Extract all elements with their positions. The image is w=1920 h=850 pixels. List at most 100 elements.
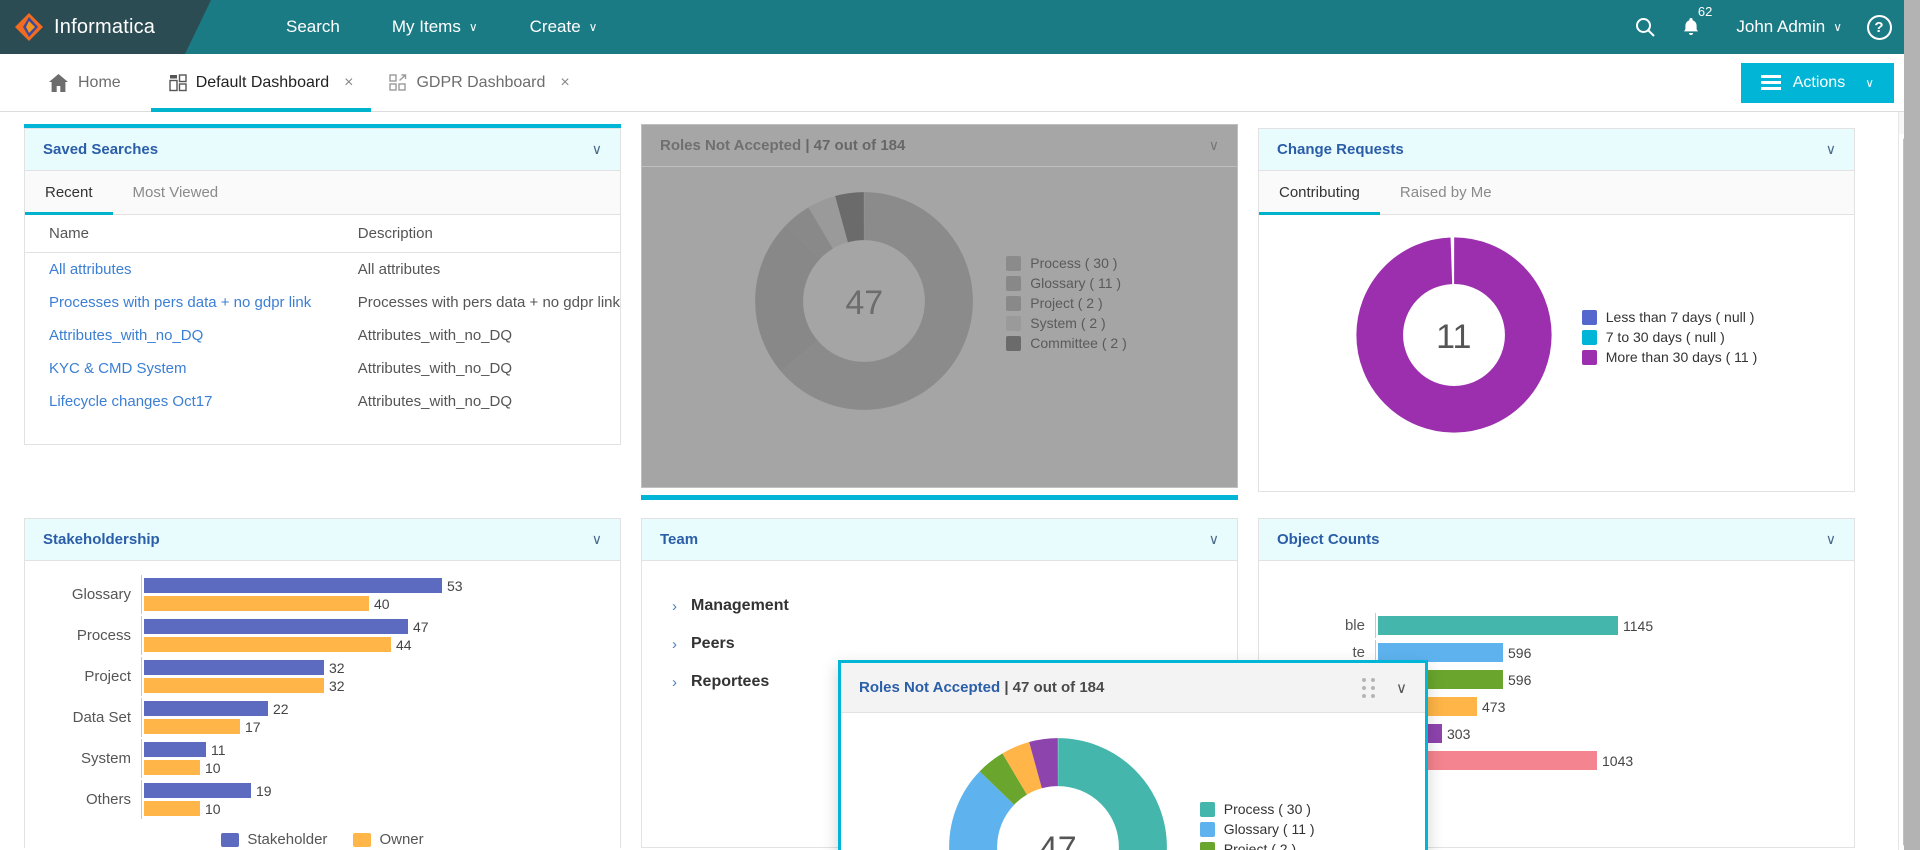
legend-item[interactable]: Committee ( 2 ) xyxy=(1006,335,1127,351)
table-row[interactable]: Lifecycle changes Oct17 Attributes_with_… xyxy=(25,385,620,418)
saved-search-link[interactable]: Processes with pers data + no gdpr link xyxy=(49,294,311,311)
saved-search-link[interactable]: KYC & CMD System xyxy=(49,360,187,377)
nav-link-my-items[interactable]: My Items ∨ xyxy=(366,0,504,54)
legend-label: Project ( 2 ) xyxy=(1223,841,1297,850)
drag-handle-dots-icon[interactable] xyxy=(1362,677,1376,698)
saved-search-link[interactable]: All attributes xyxy=(49,261,132,278)
close-icon[interactable]: × xyxy=(560,74,569,92)
team-item-management[interactable]: › Management xyxy=(672,587,1237,625)
legend-item[interactable]: Process ( 30 ) xyxy=(1199,801,1320,817)
bar-stakeholder[interactable]: 19 xyxy=(144,783,610,799)
bar-owner[interactable]: 40 xyxy=(144,596,610,612)
bar-value: 22 xyxy=(273,700,289,717)
bar-stakeholder[interactable]: 47 xyxy=(144,618,610,635)
legend-item[interactable]: More than 30 days ( 11 ) xyxy=(1581,349,1757,365)
brand-logo-area[interactable]: Informatica xyxy=(0,0,211,54)
legend-item[interactable]: System ( 2 ) xyxy=(1006,315,1126,331)
legend-item[interactable]: Project ( 2 ) xyxy=(1199,841,1320,850)
user-menu[interactable]: John Admin ∨ xyxy=(1714,17,1856,37)
bar-object-count[interactable]: 596 xyxy=(1378,670,1844,689)
table-row[interactable]: KYC & CMD System Attributes_with_no_DQ xyxy=(25,352,620,385)
floating-title-main: Roles Not Accepted xyxy=(859,679,1001,696)
table-row[interactable]: All attributes All attributes xyxy=(25,253,620,287)
help-icon[interactable]: ? xyxy=(1856,0,1902,54)
floating-dragged-widget[interactable]: Roles Not Accepted | 47 out of 184 ∨ 47 xyxy=(838,660,1428,850)
legend-item[interactable]: Glossary ( 11 ) xyxy=(1006,275,1126,291)
table-row[interactable]: Processes with pers data + no gdpr link … xyxy=(25,286,620,319)
bar-owner[interactable]: 10 xyxy=(144,760,610,776)
bar-value: 10 xyxy=(205,800,221,817)
search-icon[interactable] xyxy=(1622,0,1668,54)
bar-owner[interactable]: 10 xyxy=(144,800,610,817)
saved-search-description-cell: Processes with pers data + no gdpr link xyxy=(357,294,620,311)
legend-swatch xyxy=(1199,801,1215,817)
bar-holder: 596 xyxy=(1375,667,1844,692)
bar-object-count[interactable]: 1145 xyxy=(1378,616,1844,635)
subtab-recent[interactable]: Recent xyxy=(25,171,113,215)
bar-object-count[interactable]: 303 xyxy=(1378,724,1844,743)
chevron-down-icon[interactable]: ∨ xyxy=(1396,679,1407,697)
legend-item[interactable]: Stakeholder xyxy=(221,831,327,848)
chevron-down-icon[interactable]: ∨ xyxy=(592,141,602,158)
donut-center-value: 47 xyxy=(1038,829,1077,850)
actions-button[interactable]: Actions ∨ xyxy=(1740,62,1894,103)
tab-home[interactable]: Home xyxy=(0,54,151,111)
tab-gdpr-dashboard[interactable]: GDPR Dashboard × xyxy=(371,54,587,111)
chevron-down-icon[interactable]: ∨ xyxy=(1209,531,1219,548)
bar-object-count[interactable]: 1043 xyxy=(1378,751,1844,770)
panel-saved-searches: Saved Searches ∨ Recent Most Viewed Name… xyxy=(24,128,621,445)
panel-title: Change Requests xyxy=(1277,141,1404,158)
bar-stakeholder[interactable]: 22 xyxy=(144,700,610,717)
subtab-raised-by-me[interactable]: Raised by Me xyxy=(1380,171,1512,214)
legend-item[interactable]: 7 to 30 days ( null ) xyxy=(1581,329,1757,345)
donut-legend: Less than 7 days ( null ) 7 to 30 days (… xyxy=(1581,309,1757,365)
legend-item[interactable]: Process ( 30 ) xyxy=(1006,255,1126,271)
stakeholdership-legend: Stakeholder Owner xyxy=(35,831,610,848)
donut-center-value: 11 xyxy=(1436,317,1472,356)
legend-label: Glossary ( 11 ) xyxy=(1223,821,1315,837)
column-header-description[interactable]: Description xyxy=(339,215,620,253)
chevron-down-icon[interactable]: ∨ xyxy=(592,531,602,548)
saved-search-link[interactable]: Lifecycle changes Oct17 xyxy=(49,393,212,410)
chevron-right-icon: › xyxy=(672,673,677,691)
bar-owner[interactable]: 32 xyxy=(144,678,610,694)
bar-stakeholder[interactable]: 32 xyxy=(144,660,610,676)
chevron-right-icon: › xyxy=(672,597,677,615)
subtab-contributing[interactable]: Contributing xyxy=(1259,171,1380,215)
chevron-down-icon[interactable]: ∨ xyxy=(1826,531,1836,548)
notification-count-badge: 62 xyxy=(1697,4,1713,19)
donut-graphic: 47 xyxy=(752,189,976,417)
bar-stakeholder[interactable]: 53 xyxy=(144,578,610,594)
legend-item[interactable]: Less than 7 days ( null ) xyxy=(1581,309,1757,325)
bar-object-count[interactable]: 596 xyxy=(1378,643,1844,662)
team-item-peers[interactable]: › Peers xyxy=(672,625,1237,663)
column-header-name[interactable]: Name xyxy=(25,215,340,253)
table-row[interactable]: Attributes_with_no_DQ Attributes_with_no… xyxy=(25,319,620,352)
legend-item[interactable]: Owner xyxy=(353,831,424,848)
legend-swatch xyxy=(1006,315,1022,331)
floating-widget-header[interactable]: Roles Not Accepted | 47 out of 184 ∨ xyxy=(841,663,1425,713)
bar-pair: 11 10 xyxy=(141,739,610,778)
bar-value: 11 xyxy=(211,741,226,758)
legend-swatch xyxy=(1006,295,1022,311)
bar-object-count[interactable]: 473 xyxy=(1378,697,1844,716)
bar-owner[interactable]: 17 xyxy=(144,719,610,735)
bar-owner[interactable]: 44 xyxy=(144,636,610,653)
tab-default-dashboard[interactable]: Default Dashboard × xyxy=(150,54,372,112)
bar-pair: 22 17 xyxy=(141,698,610,737)
subtab-most-viewed[interactable]: Most Viewed xyxy=(113,171,239,214)
legend-item[interactable]: Project ( 2 ) xyxy=(1006,295,1126,311)
bar-stakeholder[interactable]: 11 xyxy=(144,741,610,758)
nav-link-search[interactable]: Search xyxy=(260,0,366,54)
saved-search-link[interactable]: Attributes_with_no_DQ xyxy=(49,327,203,344)
bar-value: 44 xyxy=(396,636,412,653)
chevron-down-icon[interactable]: ∨ xyxy=(1826,141,1836,158)
bar-value: 47 xyxy=(413,618,429,635)
chevron-down-icon[interactable]: ∨ xyxy=(1209,137,1219,154)
notifications-bell-icon[interactable]: 62 xyxy=(1668,0,1714,54)
close-icon[interactable]: × xyxy=(344,74,353,92)
panel-stakeholdership: Stakeholdership ∨ Glossary 53 40 Process xyxy=(24,518,621,850)
legend-item[interactable]: Glossary ( 11 ) xyxy=(1199,821,1320,837)
panel-roles-not-accepted-header: Roles Not Accepted | 47 out of 184 ∨ xyxy=(642,125,1237,167)
nav-link-create[interactable]: Create ∨ xyxy=(504,0,624,54)
